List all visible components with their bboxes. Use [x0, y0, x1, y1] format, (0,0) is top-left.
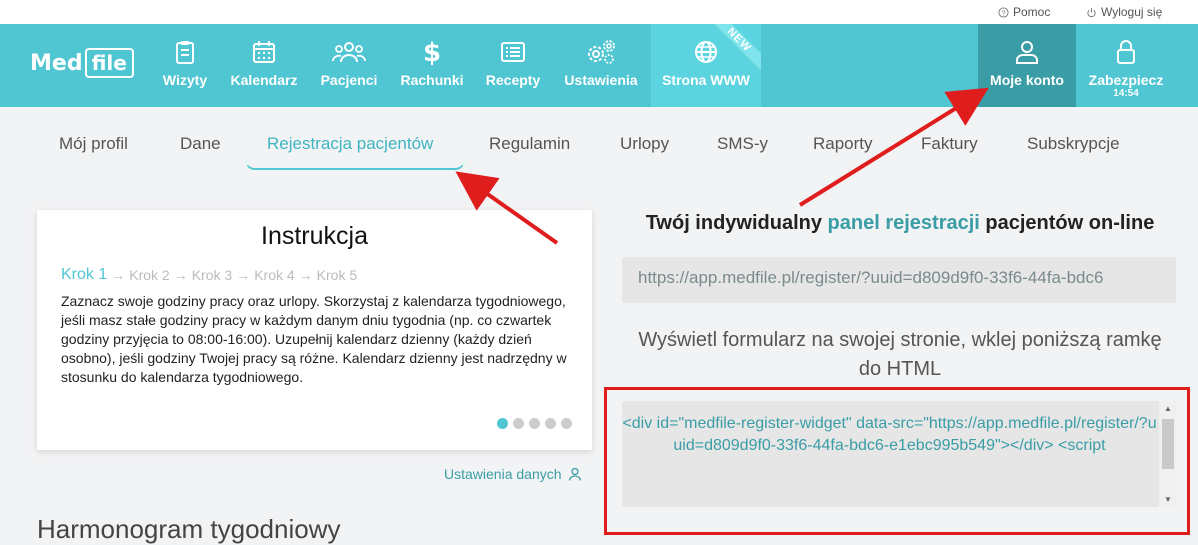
carousel-dot[interactable] [561, 418, 572, 429]
embed-instructions: Wyświetl formularz na swojej stronie, wk… [638, 329, 1162, 380]
users-icon [332, 42, 366, 63]
logo-med: Med [30, 50, 83, 76]
clipboard-icon [176, 41, 194, 64]
utility-bar: ? Pomoc Wyloguj się [0, 0, 1198, 24]
tab-rejestracja-pacjentow[interactable]: Rejestracja pacjentów [267, 134, 433, 154]
registration-url-field[interactable]: https://app.medfile.pl/register/?uuid=d8… [622, 257, 1176, 303]
tab-moj-profil[interactable]: Mój profil [59, 134, 128, 154]
section-title: Harmonogram tygodniowy [37, 514, 341, 544]
steps-breadcrumb: Krok 1 → Krok 2 → Krok 3 → Krok 4 → Krok 5 [61, 266, 358, 284]
main-nav: Med file Wizyty Kalendarz Pacjenci $ Rac… [0, 24, 1198, 107]
logout-link[interactable]: Wyloguj się [1086, 5, 1162, 19]
svg-text:?: ? [1001, 8, 1005, 17]
dollar-icon: $ [423, 38, 441, 66]
nav-label: Moje konto [990, 72, 1064, 88]
medfile-logo[interactable]: Med file [30, 48, 134, 78]
logout-label: Wyloguj się [1101, 5, 1163, 19]
tab-subskrypcje[interactable]: Subskrypcje [1027, 134, 1120, 154]
new-ribbon: NEW [701, 24, 761, 84]
lock-icon [1117, 40, 1135, 64]
tab-faktury[interactable]: Faktury [921, 134, 978, 154]
panel-heading-post: pacjentów on-line [979, 212, 1155, 234]
nav-label: Rachunki [400, 72, 464, 88]
help-label: Pomoc [1013, 5, 1051, 19]
step-1[interactable]: Krok 1 [61, 266, 107, 284]
step-2[interactable]: Krok 2 [129, 267, 169, 283]
power-icon [1087, 7, 1096, 17]
panel-heading: Twój indywidualny panel rejestracji pacj… [600, 212, 1198, 235]
carousel-dot[interactable] [497, 418, 508, 429]
annotation-frame [604, 387, 1190, 535]
instruction-text: Zaznacz swoje godziny pracy oraz urlopy.… [61, 293, 567, 385]
step-3[interactable]: Krok 3 [192, 267, 232, 283]
user-outline-icon [568, 467, 581, 481]
nav-label: Zabezpiecz [1088, 72, 1164, 88]
nav-label: Wizyty [162, 72, 208, 88]
nav-item-wizyty[interactable]: Wizyty [155, 24, 215, 107]
nav-label: Pacjenci [320, 72, 378, 88]
nav-label: Ustawienia [564, 72, 638, 88]
carousel-dot[interactable] [545, 418, 556, 429]
session-timer: 14:54 [1113, 88, 1139, 99]
instruction-card: Instrukcja Krok 1 → Krok 2 → Krok 3 → Krok … [37, 210, 592, 450]
tab-regulamin[interactable]: Regulamin [489, 134, 570, 154]
step-4[interactable]: Krok 4 [254, 267, 294, 283]
tab-dane[interactable]: Dane [180, 134, 221, 154]
settings-data-link[interactable]: Ustawienia danych [444, 466, 582, 482]
logo-file: file [84, 48, 134, 78]
tab-urlopy[interactable]: Urlopy [620, 134, 669, 154]
new-badge: NEW [706, 24, 761, 73]
nav-item-pacjenci[interactable]: Pacjenci [316, 24, 382, 107]
carousel-dots [497, 418, 572, 429]
panel-heading-highlight[interactable]: panel rejestracji [828, 212, 980, 234]
nav-item-moje-konto[interactable]: Moje konto [978, 24, 1076, 107]
tab-sms[interactable]: SMS-y [717, 134, 768, 154]
carousel-dot[interactable] [529, 418, 540, 429]
settings-data-label: Ustawienia danych [444, 466, 562, 482]
nav-item-zabezpiecz[interactable]: Zabezpiecz 14:54 [1076, 24, 1176, 107]
panel-heading-pre: Twój indywidualny [645, 212, 828, 234]
calendar-icon [253, 41, 275, 63]
nav-item-strona-www[interactable]: NEW Strona WWW [651, 24, 761, 107]
help-icon: ? [998, 6, 1009, 18]
list-icon [501, 42, 525, 62]
svg-text:$: $ [423, 38, 441, 66]
help-link[interactable]: ? Pomoc [998, 5, 1050, 19]
active-tab-indicator [245, 160, 465, 170]
nav-label: Recepty [485, 72, 541, 88]
nav-label: Kalendarz [230, 72, 298, 88]
nav-item-recepty[interactable]: Recepty [482, 24, 544, 107]
nav-item-rachunki[interactable]: $ Rachunki [397, 24, 467, 107]
nav-item-ustawienia[interactable]: Ustawienia [560, 24, 642, 107]
step-5[interactable]: Krok 5 [317, 267, 357, 283]
tab-raporty[interactable]: Raporty [813, 134, 873, 154]
user-icon [1016, 41, 1038, 64]
instruction-title: Instrukcja [261, 222, 368, 250]
carousel-dot[interactable] [513, 418, 524, 429]
gears-icon [588, 40, 615, 64]
profile-tabs: Mój profil Dane Rejestracja pacjentów Re… [0, 120, 1198, 172]
nav-item-kalendarz[interactable]: Kalendarz [226, 24, 302, 107]
